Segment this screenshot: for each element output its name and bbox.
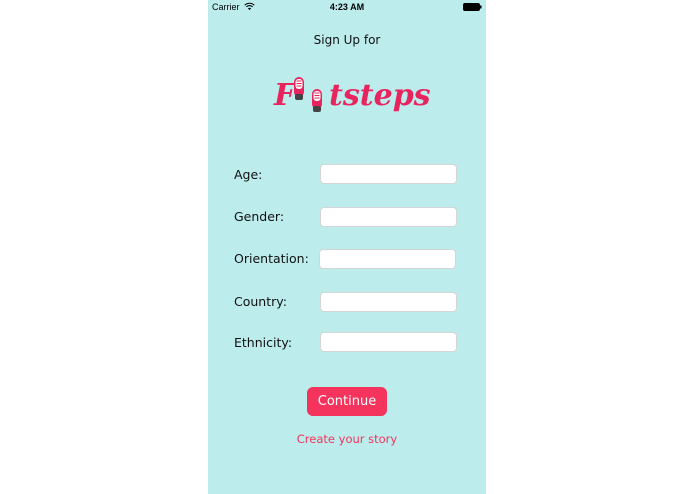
gender-label: Gender: xyxy=(234,209,285,224)
app-logo: F tsteps xyxy=(274,70,431,120)
age-label: Age: xyxy=(234,167,263,182)
status-bar: Carrier 4:23 AM xyxy=(208,0,486,14)
sneaker-icon xyxy=(312,89,322,112)
gender-input[interactable] xyxy=(320,207,457,227)
sneaker-icon xyxy=(294,77,304,100)
age-input[interactable] xyxy=(320,164,457,184)
orientation-input[interactable] xyxy=(319,249,456,269)
battery-icon xyxy=(463,3,482,11)
status-time: 4:23 AM xyxy=(329,2,365,12)
country-input[interactable] xyxy=(320,292,457,312)
orientation-label: Orientation: xyxy=(234,251,309,266)
page-title: Sign Up for xyxy=(313,33,381,47)
logo-text-rest: tsteps xyxy=(329,78,431,113)
ethnicity-input[interactable] xyxy=(320,332,457,352)
phone-screen: Carrier 4:23 AM Sign Up for F tsteps Age… xyxy=(208,0,486,494)
create-story-link[interactable]: Create your story xyxy=(208,432,486,446)
country-label: Country: xyxy=(234,294,287,309)
continue-button[interactable]: Continue xyxy=(307,387,387,416)
ethnicity-label: Ethnicity: xyxy=(234,335,293,350)
